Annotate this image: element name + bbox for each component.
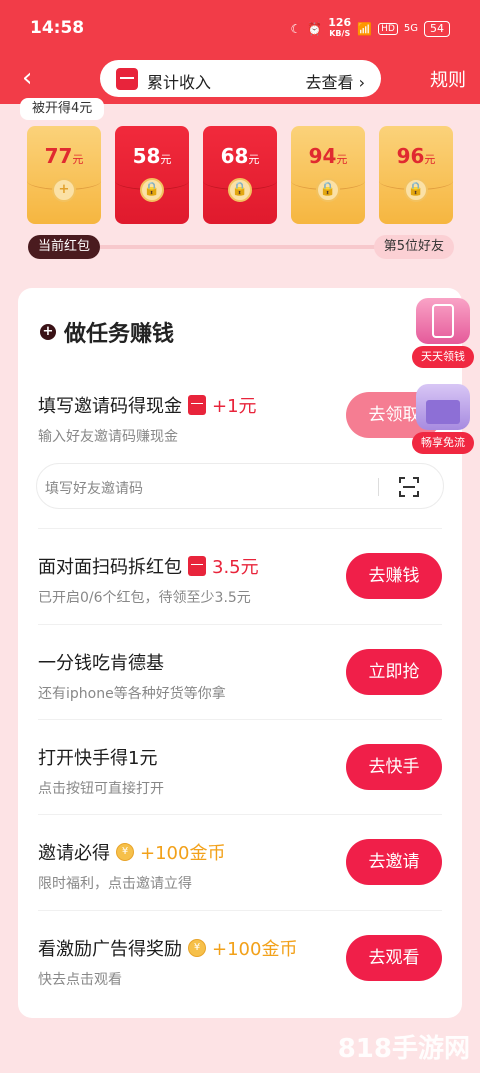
invite-code-placeholder: 填写好友邀请码 xyxy=(45,481,143,497)
watch-button[interactable]: 去观看 xyxy=(346,935,442,981)
packet-2[interactable]: 58元 🔒 xyxy=(115,126,189,224)
lock-icon: 🔒 xyxy=(316,178,340,202)
daily-money-label: 天天领钱 xyxy=(412,346,474,368)
red-envelope-icon xyxy=(188,395,206,415)
gold-coin-icon: ¥ xyxy=(116,843,134,861)
red-envelope-icon xyxy=(188,556,206,576)
packet-3[interactable]: 68元 🔒 xyxy=(203,126,277,224)
task-desc: 已开启0/6个红包，待领至少3.5元 xyxy=(38,590,251,606)
moon-icon: ☾ xyxy=(290,21,302,36)
packet-4[interactable]: 94元 🔒 xyxy=(291,126,365,224)
packet-amount: 94 xyxy=(308,144,337,168)
task-reward: +100金币 xyxy=(140,843,226,864)
gold-coin-icon: ¥ xyxy=(188,939,206,957)
envelope-icon xyxy=(116,68,138,90)
task-desc: 快去点击观看 xyxy=(38,972,122,988)
progress-target-label: 第5位好友 xyxy=(373,235,454,259)
back-button[interactable]: ‹ xyxy=(22,64,46,92)
income-pill[interactable]: 累计收入 去查看 › xyxy=(100,60,381,97)
task-reward: +1元 xyxy=(212,396,257,417)
task-desc: 还有iphone等各种好货等你拿 xyxy=(38,686,226,702)
battery-icon: 54 xyxy=(424,20,450,37)
grab-button[interactable]: 立即抢 xyxy=(346,649,442,695)
packet-amount: 68 xyxy=(220,144,249,168)
status-bar: 14:58 ☾ ⏰ 126 KB/S 📶 HD 5G 54 xyxy=(0,0,480,58)
signal-icon: 5G xyxy=(403,23,418,34)
hd-badge: HD xyxy=(378,22,398,35)
lock-icon: 🔒 xyxy=(228,178,252,202)
free-flow-badge[interactable]: 畅享免流 xyxy=(412,384,474,454)
task-invite-code: 填写邀请码得现金 +1元 输入好友邀请码赚现金 去领取 xyxy=(38,392,442,452)
task-reward: 3.5元 xyxy=(212,557,259,578)
income-view-link[interactable]: 去查看 › xyxy=(306,69,366,93)
scan-icon[interactable] xyxy=(399,477,419,497)
alarm-icon: ⏰ xyxy=(307,21,323,36)
task-name: 看激励广告得奖励 xyxy=(38,939,182,960)
task-name: 填写邀请码得现金 xyxy=(38,396,182,417)
task-reward: +100金币 xyxy=(212,939,298,960)
packet-amount: 58 xyxy=(132,144,161,168)
daily-money-badge[interactable]: 天天领钱 xyxy=(412,298,474,368)
task-scan-packet: 面对面扫码拆红包 3.5元 已开启0/6个红包，待领至少3.5元 去赚钱 xyxy=(38,553,442,613)
gift-box-icon xyxy=(416,384,470,430)
task-kfc: 一分钱吃肯德基 还有iphone等各种好货等你拿 立即抢 xyxy=(38,649,442,709)
lock-icon: 🔒 xyxy=(404,178,428,202)
packet-1[interactable]: 77元 + xyxy=(27,126,101,224)
wifi-icon: 📶 xyxy=(357,21,373,36)
lock-icon: 🔒 xyxy=(140,178,164,202)
task-name: 面对面扫码拆红包 xyxy=(38,557,182,578)
task-desc: 输入好友邀请码赚现金 xyxy=(38,429,178,445)
earn-button[interactable]: 去赚钱 xyxy=(346,553,442,599)
progress-track xyxy=(100,245,375,249)
task-card: + 做任务赚钱 填写邀请码得现金 +1元 输入好友邀请码赚现金 去领取 填写好友… xyxy=(18,288,462,1018)
task-name: 一分钱吃肯德基 xyxy=(38,653,164,674)
task-desc: 点击按钮可直接打开 xyxy=(38,781,164,797)
watermark: 818手游网 xyxy=(337,1034,470,1064)
header-bar: 14:58 ☾ ⏰ 126 KB/S 📶 HD 5G 54 ‹ 累计收入 去查看 … xyxy=(0,0,480,104)
qr-phone-icon xyxy=(416,298,470,344)
red-packet-section: 被开得4元 77元 + 58元 🔒 68元 🔒 94元 🔒 96元 🔒 当前红包… xyxy=(0,98,480,270)
task-name: 邀请必得 xyxy=(38,843,110,864)
packet-amount: 96 xyxy=(396,144,425,168)
invite-code-input[interactable]: 填写好友邀请码 xyxy=(36,463,444,509)
task-desc: 限时福利，点击邀请立得 xyxy=(38,876,192,892)
task-watch-ad: 看激励广告得奖励 ¥ +100金币 快去点击观看 去观看 xyxy=(38,935,442,995)
kuaishou-button[interactable]: 去快手 xyxy=(346,744,442,790)
task-invite: 邀请必得 ¥ +100金币 限时福利，点击邀请立得 去邀请 xyxy=(38,839,442,899)
rules-link[interactable]: 规则 xyxy=(430,66,466,92)
reward-bubble: 被开得4元 xyxy=(20,98,105,120)
plus-circle-icon: + xyxy=(40,324,56,340)
task-open-kuaishou: 打开快手得1元 点击按钮可直接打开 去快手 xyxy=(38,744,442,804)
task-name: 打开快手得1元 xyxy=(38,748,158,769)
packet-amount: 77 xyxy=(44,144,73,168)
tasks-title: + 做任务赚钱 xyxy=(40,316,174,348)
net-speed: 126 KB/S xyxy=(328,16,352,38)
invite-button[interactable]: 去邀请 xyxy=(346,839,442,885)
packet-5[interactable]: 96元 🔒 xyxy=(379,126,453,224)
income-label: 累计收入 xyxy=(147,73,212,92)
free-flow-label: 畅享免流 xyxy=(412,432,474,454)
status-time: 14:58 xyxy=(30,18,85,38)
progress-current-label: 当前红包 xyxy=(28,235,101,259)
plus-icon: + xyxy=(52,178,76,202)
status-icons: ☾ ⏰ 126 KB/S 📶 HD 5G 54 xyxy=(290,16,450,39)
